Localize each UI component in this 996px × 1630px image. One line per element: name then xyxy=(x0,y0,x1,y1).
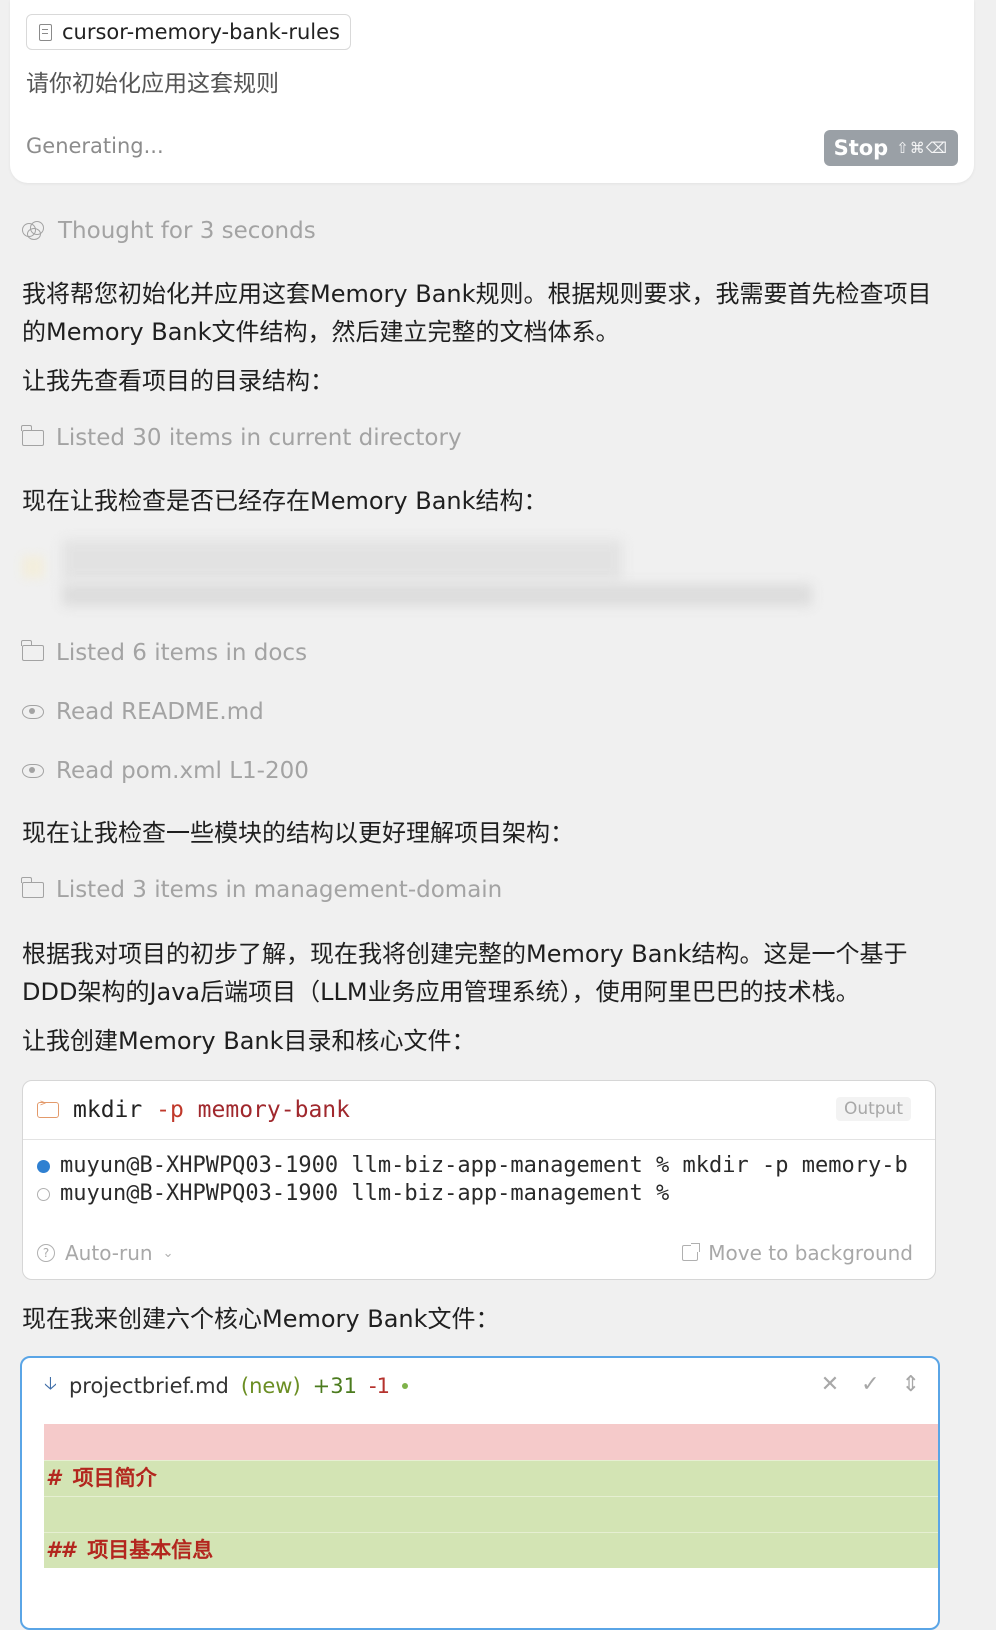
diff-new-tag: (new) xyxy=(240,1374,301,1398)
eye-icon xyxy=(22,705,44,719)
step-label: Listed 6 items in docs xyxy=(56,640,308,666)
rule-chip[interactable]: cursor-memory-bank-rules xyxy=(26,14,351,50)
prompt-text: 请你初始化应用这套规则 xyxy=(26,71,279,97)
diff-added-count: +31 xyxy=(312,1374,357,1398)
message-paragraph: 我将帮您初始化并应用这套Memory Bank规则。根据规则要求，我需要首先检查… xyxy=(22,280,932,346)
step-label: Read README.md xyxy=(56,699,264,725)
terminal-output: muyun@B-XHPWPQ03-1900 llm-biz-app-manage… xyxy=(23,1140,935,1208)
diff-line-empty xyxy=(44,1496,938,1532)
terminal-header: mkdir -p memory-bank Output xyxy=(23,1081,935,1140)
output-badge[interactable]: Output xyxy=(835,1097,911,1121)
message-paragraph: 让我先查看项目的目录结构： xyxy=(22,367,334,395)
move-to-background-label: Move to background xyxy=(708,1241,913,1265)
autorun-dropdown[interactable]: ? Auto-run ⌄ xyxy=(37,1241,174,1265)
expand-icon[interactable]: ⇕ xyxy=(902,1372,920,1397)
step-list-directory[interactable]: Listed 30 items in current directory xyxy=(21,425,462,451)
message-paragraph: 根据我对项目的初步了解，现在我将创建完整的Memory Bank结构。这是一个基… xyxy=(22,940,908,1006)
rule-chip-label: cursor-memory-bank-rules xyxy=(62,20,340,44)
eye-icon xyxy=(22,764,44,778)
step-list-management-domain[interactable]: Listed 3 items in management-domain xyxy=(21,877,503,903)
external-icon xyxy=(682,1243,701,1261)
blurred-content xyxy=(22,538,822,610)
stop-shortcut: ⇧⌘⌫ xyxy=(896,139,948,157)
generating-status: Generating... xyxy=(26,134,164,158)
thought-label: Thought for 3 seconds xyxy=(58,218,316,244)
brain-icon xyxy=(22,221,46,241)
terminal-footer: ? Auto-run ⌄ Move to background xyxy=(37,1241,913,1265)
folder-icon xyxy=(21,425,44,446)
folder-icon xyxy=(21,640,44,661)
file-icon xyxy=(39,23,52,41)
status-dot-icon xyxy=(37,1159,50,1173)
diff-filename: projectbrief.md xyxy=(68,1374,229,1398)
arrow-down-icon: 🡣 xyxy=(44,1373,57,1394)
command-arg: memory-bank xyxy=(197,1097,350,1123)
help-icon: ? xyxy=(37,1244,55,1262)
terminal-line: muyun@B-XHPWPQ03-1900 llm-biz-app-manage… xyxy=(37,1180,921,1208)
command-flag: -p xyxy=(156,1097,184,1123)
status-dot-icon xyxy=(401,1383,408,1389)
reject-icon[interactable]: ✕ xyxy=(821,1372,839,1397)
autorun-label: Auto-run xyxy=(65,1241,153,1265)
step-read-pom[interactable]: Read pom.xml L1-200 xyxy=(22,758,309,784)
terminal-block: mkdir -p memory-bank Output muyun@B-XHPW… xyxy=(22,1080,936,1280)
diff-removed-line xyxy=(44,1424,938,1460)
accept-icon[interactable]: ✓ xyxy=(861,1372,879,1397)
diff-line: # 项目简介 xyxy=(44,1460,938,1496)
prompt-card: cursor-memory-bank-rules 请你初始化应用这套规则 Gen… xyxy=(10,0,974,183)
stop-button[interactable]: Stop ⇧⌘⌫ xyxy=(823,130,958,166)
chevron-down-icon: ⌄ xyxy=(162,1245,174,1261)
status-dot-icon xyxy=(37,1187,50,1201)
message-paragraph: 现在让我检查是否已经存在Memory Bank结构： xyxy=(22,487,548,515)
message-paragraph: 让我创建Memory Bank目录和核心文件： xyxy=(22,1027,476,1055)
move-to-background-button[interactable]: Move to background xyxy=(682,1241,913,1265)
diff-card: 🡣 projectbrief.md (new) +31 -1 ✕ ✓ ⇕ # 项目… xyxy=(20,1356,940,1630)
message-paragraph: 现在让我检查一些模块的结构以更好理解项目架构： xyxy=(22,819,574,847)
step-label: Read pom.xml L1-200 xyxy=(56,758,309,784)
stop-label: Stop xyxy=(833,136,889,160)
folder-icon xyxy=(21,877,44,898)
step-read-readme[interactable]: Read README.md xyxy=(22,699,264,725)
diff-actions: ✕ ✓ ⇕ xyxy=(821,1372,920,1397)
diff-header[interactable]: 🡣 projectbrief.md (new) +31 -1 ✕ ✓ ⇕ xyxy=(22,1358,938,1414)
diff-body: # 项目简介 ## 项目基本信息 xyxy=(44,1424,938,1628)
terminal-icon xyxy=(37,1098,59,1118)
command-name: mkdir xyxy=(73,1097,143,1123)
terminal-line: muyun@B-XHPWPQ03-1900 llm-biz-app-manage… xyxy=(37,1152,921,1180)
step-list-docs[interactable]: Listed 6 items in docs xyxy=(21,640,308,666)
diff-added-block: # 项目简介 ## 项目基本信息 xyxy=(44,1460,938,1568)
step-label: Listed 3 items in management-domain xyxy=(56,877,503,903)
message-paragraph: 现在我来创建六个核心Memory Bank文件： xyxy=(22,1305,500,1333)
diff-removed-count: -1 xyxy=(369,1374,390,1398)
diff-line: ## 项目基本信息 xyxy=(44,1532,938,1568)
thought-row[interactable]: Thought for 3 seconds xyxy=(22,218,316,244)
terminal-command: mkdir -p memory-bank xyxy=(73,1097,350,1123)
step-label: Listed 30 items in current directory xyxy=(56,425,462,451)
